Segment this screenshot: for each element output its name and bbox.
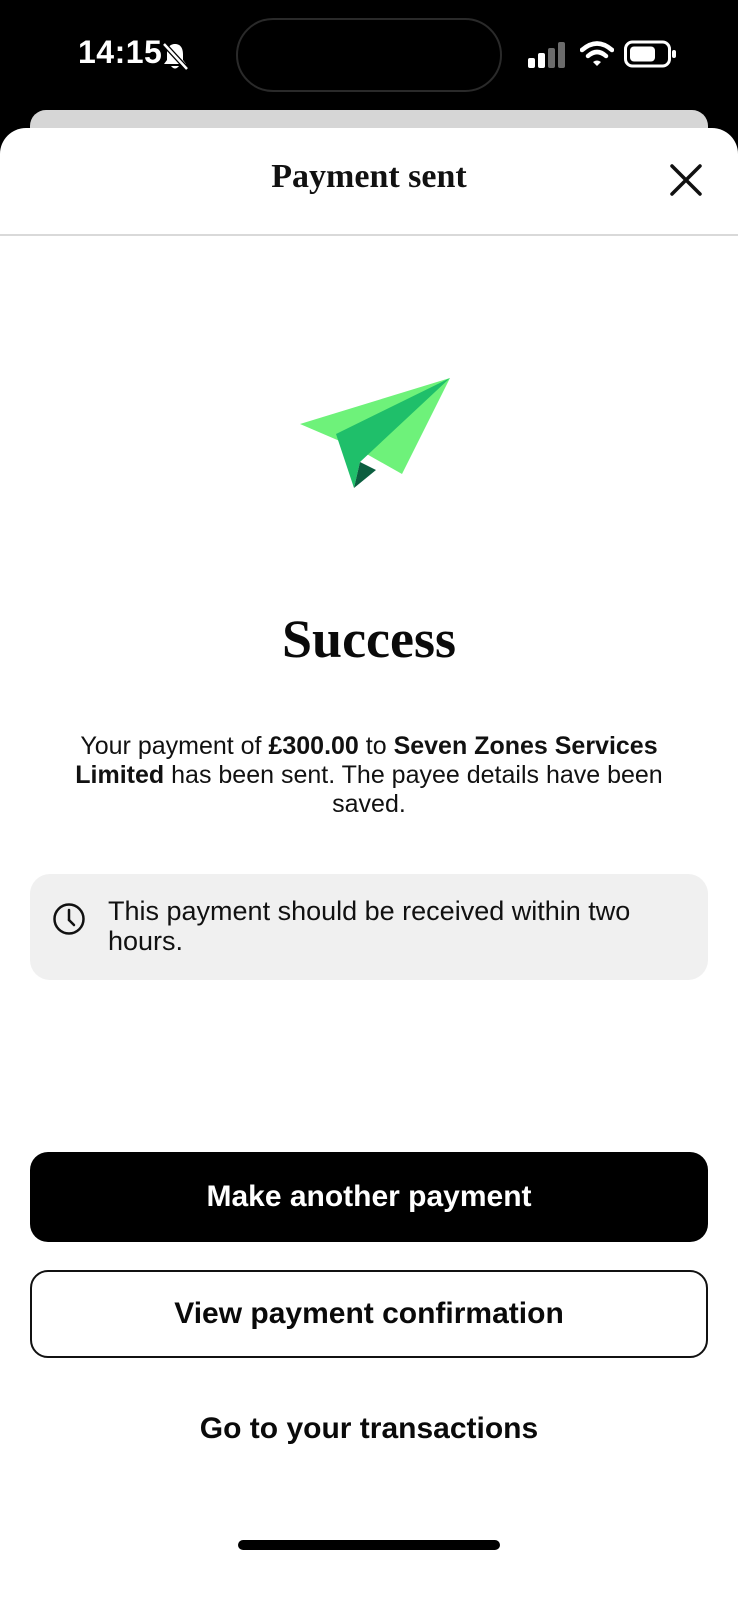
make-another-payment-button[interactable]: Make another payment: [30, 1152, 708, 1242]
home-indicator[interactable]: [238, 1540, 500, 1550]
clock-icon: [53, 903, 85, 935]
battery-icon: [624, 40, 676, 68]
view-payment-confirmation-label: View payment confirmation: [174, 1297, 564, 1330]
make-another-payment-label: Make another payment: [206, 1180, 532, 1213]
close-icon: [670, 164, 702, 196]
dynamic-island: [236, 18, 502, 92]
message-text: to: [358, 732, 394, 760]
status-bar: 14:15: [0, 0, 738, 110]
wifi-icon: [580, 41, 614, 66]
payment-message: Your payment of £300.00 to Seven Zones S…: [48, 732, 690, 819]
paper-plane-icon: [300, 378, 450, 488]
success-title: Success: [282, 609, 456, 669]
view-payment-confirmation-button[interactable]: View payment confirmation: [30, 1270, 708, 1358]
delivery-info-text: This payment should be received within t…: [108, 896, 631, 956]
message-text: Your payment of: [80, 732, 269, 760]
payment-amount: £300.00: [268, 732, 359, 760]
go-to-transactions-link[interactable]: Go to your transactions: [0, 1412, 738, 1446]
delivery-info-box: This payment should be received within t…: [30, 874, 708, 980]
sheet-title: Payment sent: [271, 158, 467, 195]
signal-icon: [528, 42, 565, 68]
status-time: 14:15: [78, 34, 163, 70]
message-text: has been sent. The payee details have be…: [164, 761, 663, 818]
sheet-header: Payment sent: [0, 128, 738, 236]
payment-sent-sheet: Payment sent Success Your payment of £30…: [0, 128, 738, 1600]
close-button[interactable]: [664, 158, 708, 202]
bell-muted-icon: [162, 42, 189, 71]
